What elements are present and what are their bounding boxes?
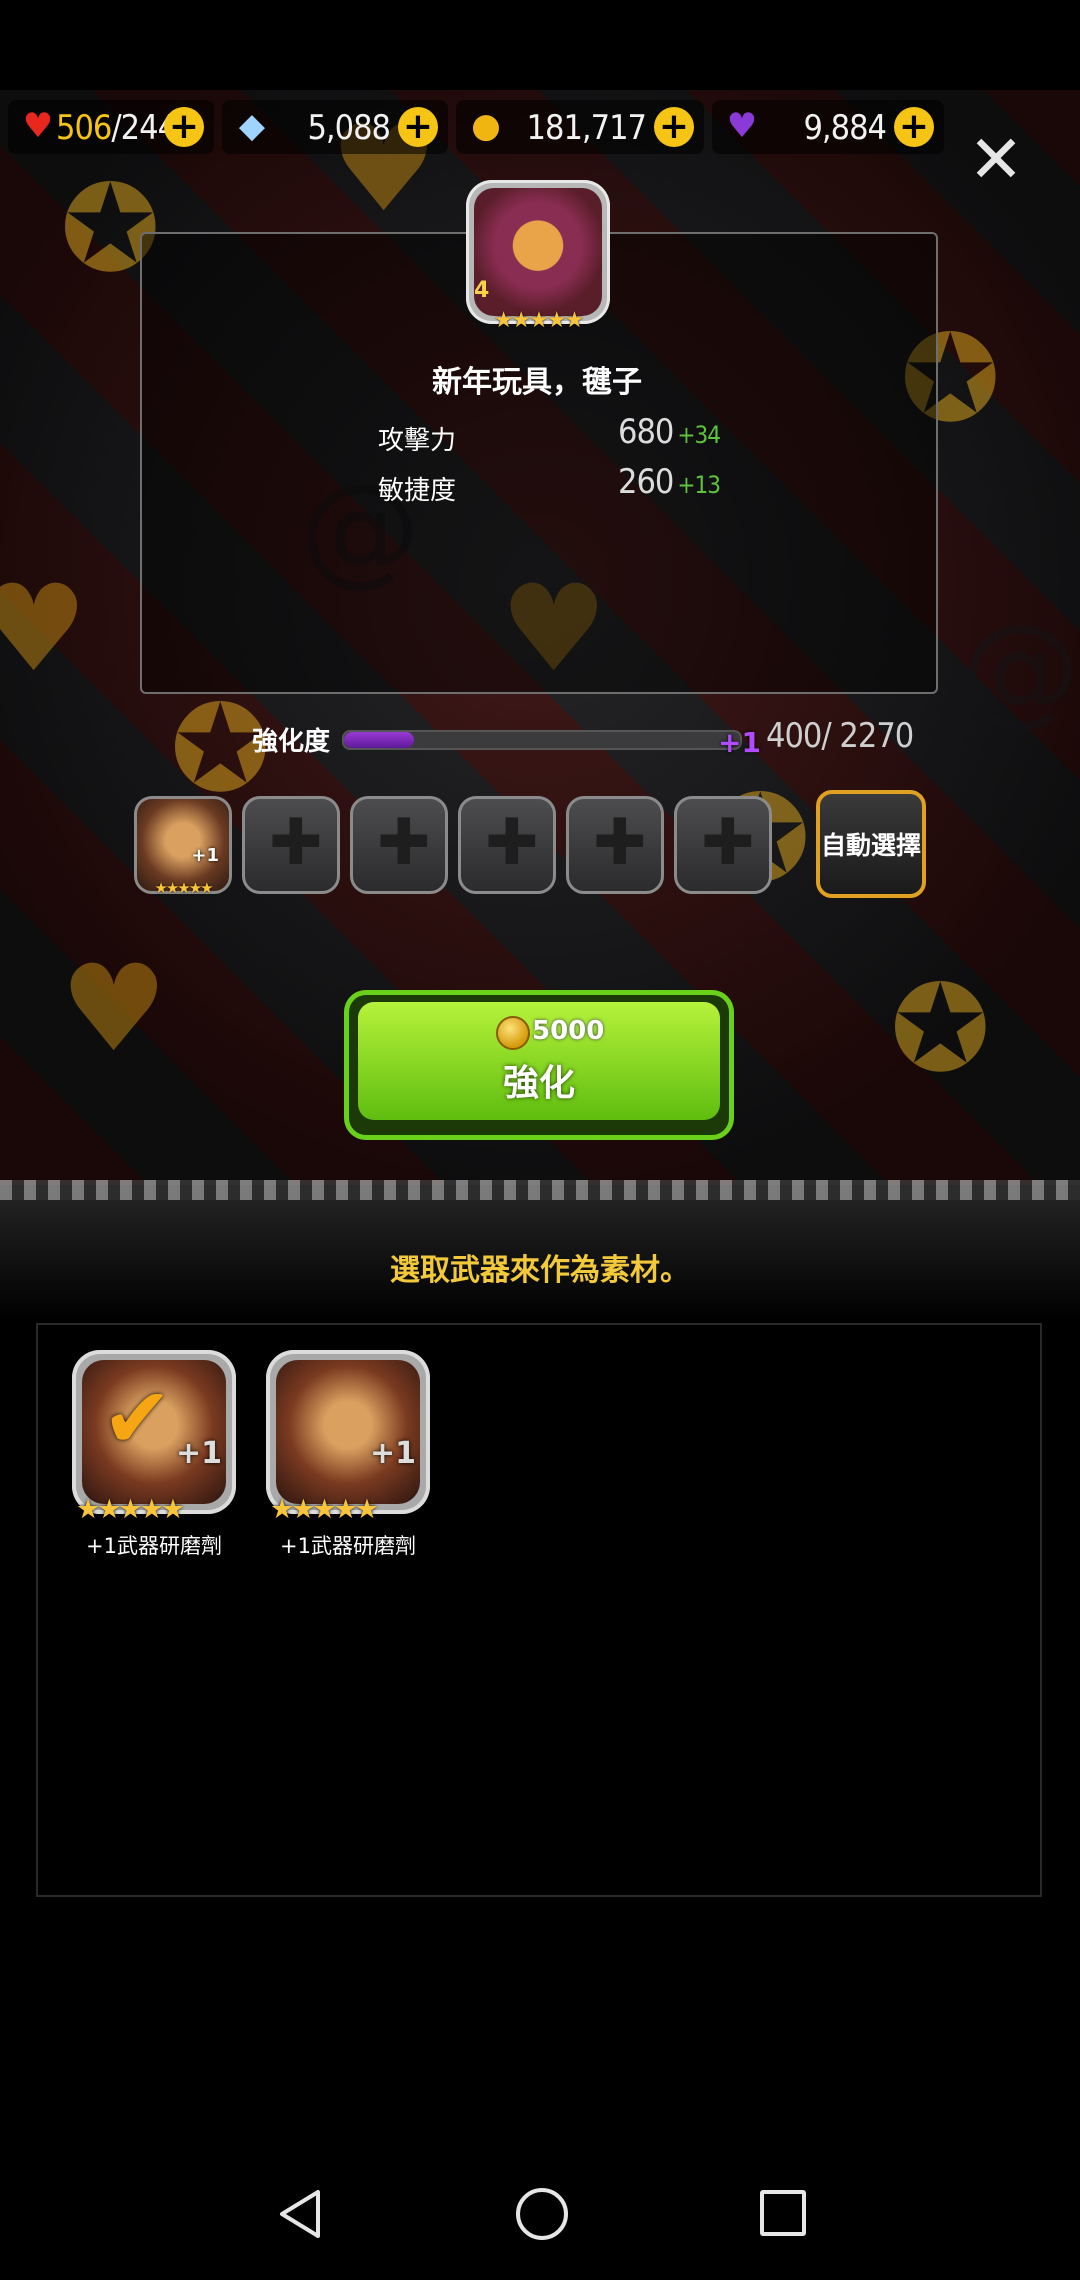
- material-slot-3[interactable]: ✚: [350, 796, 448, 894]
- crystal-value: 5,088: [307, 108, 391, 148]
- plus-icon: ✚: [269, 806, 323, 880]
- slot-plus-one-badge: +1: [191, 845, 219, 866]
- plus-icon: ✚: [701, 806, 755, 880]
- attack-increase: +34: [677, 421, 721, 449]
- item-icon[interactable]: 4 ★★★★★: [466, 180, 610, 333]
- gold-coin-icon: ●: [471, 106, 501, 146]
- item-level-badge: 4: [474, 278, 490, 303]
- heart-icon: ♥: [22, 106, 54, 146]
- attack-label: 攻擊力: [378, 426, 457, 456]
- add-gem-button[interactable]: +: [894, 107, 934, 147]
- enhancement-progress-fill: [344, 732, 414, 748]
- close-icon[interactable]: ✕: [966, 127, 1026, 193]
- material-slot-1[interactable]: +1 ★★★★★: [134, 796, 232, 897]
- heart-emblem-icon: ♥: [60, 940, 168, 1079]
- plus-icon: ✚: [485, 806, 539, 880]
- material-slot-6[interactable]: ✚: [674, 796, 772, 894]
- material-hint: 選取武器來作為素材。: [390, 1253, 690, 1288]
- material-slot-2[interactable]: ✚: [242, 796, 340, 894]
- material-plus-one-badge: +1: [370, 1436, 417, 1471]
- auto-select-button[interactable]: 自動選擇: [816, 790, 926, 898]
- stamina-counter: ♥ 506/244 +: [8, 100, 214, 154]
- enhancement-level-gain: +1: [718, 726, 761, 759]
- agility-value: 260 +13: [618, 462, 721, 502]
- shuttlecock-toy-icon: [474, 188, 602, 316]
- add-stamina-button[interactable]: +: [164, 107, 204, 147]
- gold-counter: ● 181,717 +: [456, 100, 704, 154]
- add-crystal-button[interactable]: +: [398, 107, 438, 147]
- gem-counter: ♥ 9,884 +: [712, 100, 944, 154]
- material-stars: ★★★★★: [76, 1494, 185, 1525]
- enhance-button[interactable]: 5000 強化: [344, 990, 734, 1140]
- purple-gem-icon: ♥: [726, 106, 758, 146]
- status-bar: [0, 0, 1080, 90]
- crystal-counter: ◆ 5,088 +: [222, 100, 448, 154]
- item-stars: ★★★★★: [493, 308, 585, 333]
- material-slot-4[interactable]: ✚: [458, 796, 556, 894]
- home-icon[interactable]: [516, 2188, 568, 2240]
- add-gold-button[interactable]: +: [654, 107, 694, 147]
- heart-emblem-icon: ♥: [0, 560, 88, 699]
- enhance-label: 強化: [502, 1063, 575, 1104]
- back-icon[interactable]: [276, 2188, 324, 2240]
- material-name: +1武器研磨劑: [280, 1534, 416, 1558]
- plus-icon: ✚: [377, 806, 431, 880]
- enhance-cost: 5000: [532, 1016, 605, 1046]
- attack-value: 680 +34: [618, 412, 721, 452]
- enhancement-progress-bar: [342, 730, 742, 750]
- rainbow-crystal-icon: ◆: [238, 106, 266, 146]
- whetstone-icon: [276, 1360, 420, 1504]
- recent-apps-icon[interactable]: [760, 2190, 806, 2236]
- checkmark-icon: ✔: [102, 1369, 173, 1467]
- gold-value: 181,717: [526, 108, 647, 148]
- star-emblem-icon: ✪: [890, 960, 991, 1099]
- enhancement-count: 400/ 2270: [766, 716, 914, 756]
- material-slot-5[interactable]: ✚: [566, 796, 664, 894]
- enhancement-label: 強化度: [252, 727, 331, 757]
- gem-value: 9,884: [803, 108, 887, 148]
- slot-stars: ★★★★★: [154, 879, 213, 897]
- swirl-emblem-icon: @: [960, 600, 1080, 739]
- agility-increase: +13: [677, 471, 721, 499]
- item-name: 新年玩具，毽子: [432, 365, 642, 400]
- gold-coin-icon: [496, 1016, 530, 1050]
- material-stars: ★★★★★: [270, 1494, 379, 1525]
- agility-label: 敏捷度: [378, 476, 457, 506]
- resource-bar: ♥ 506/244 + ◆ 5,088 + ● 181,717 + ♥ 9,88…: [0, 90, 1080, 166]
- material-name: +1武器研磨劑: [86, 1534, 222, 1558]
- material-plus-one-badge: +1: [176, 1436, 223, 1471]
- stamina-current: 506: [56, 108, 112, 148]
- plus-icon: ✚: [593, 806, 647, 880]
- system-nav-bar: [0, 2160, 1080, 2280]
